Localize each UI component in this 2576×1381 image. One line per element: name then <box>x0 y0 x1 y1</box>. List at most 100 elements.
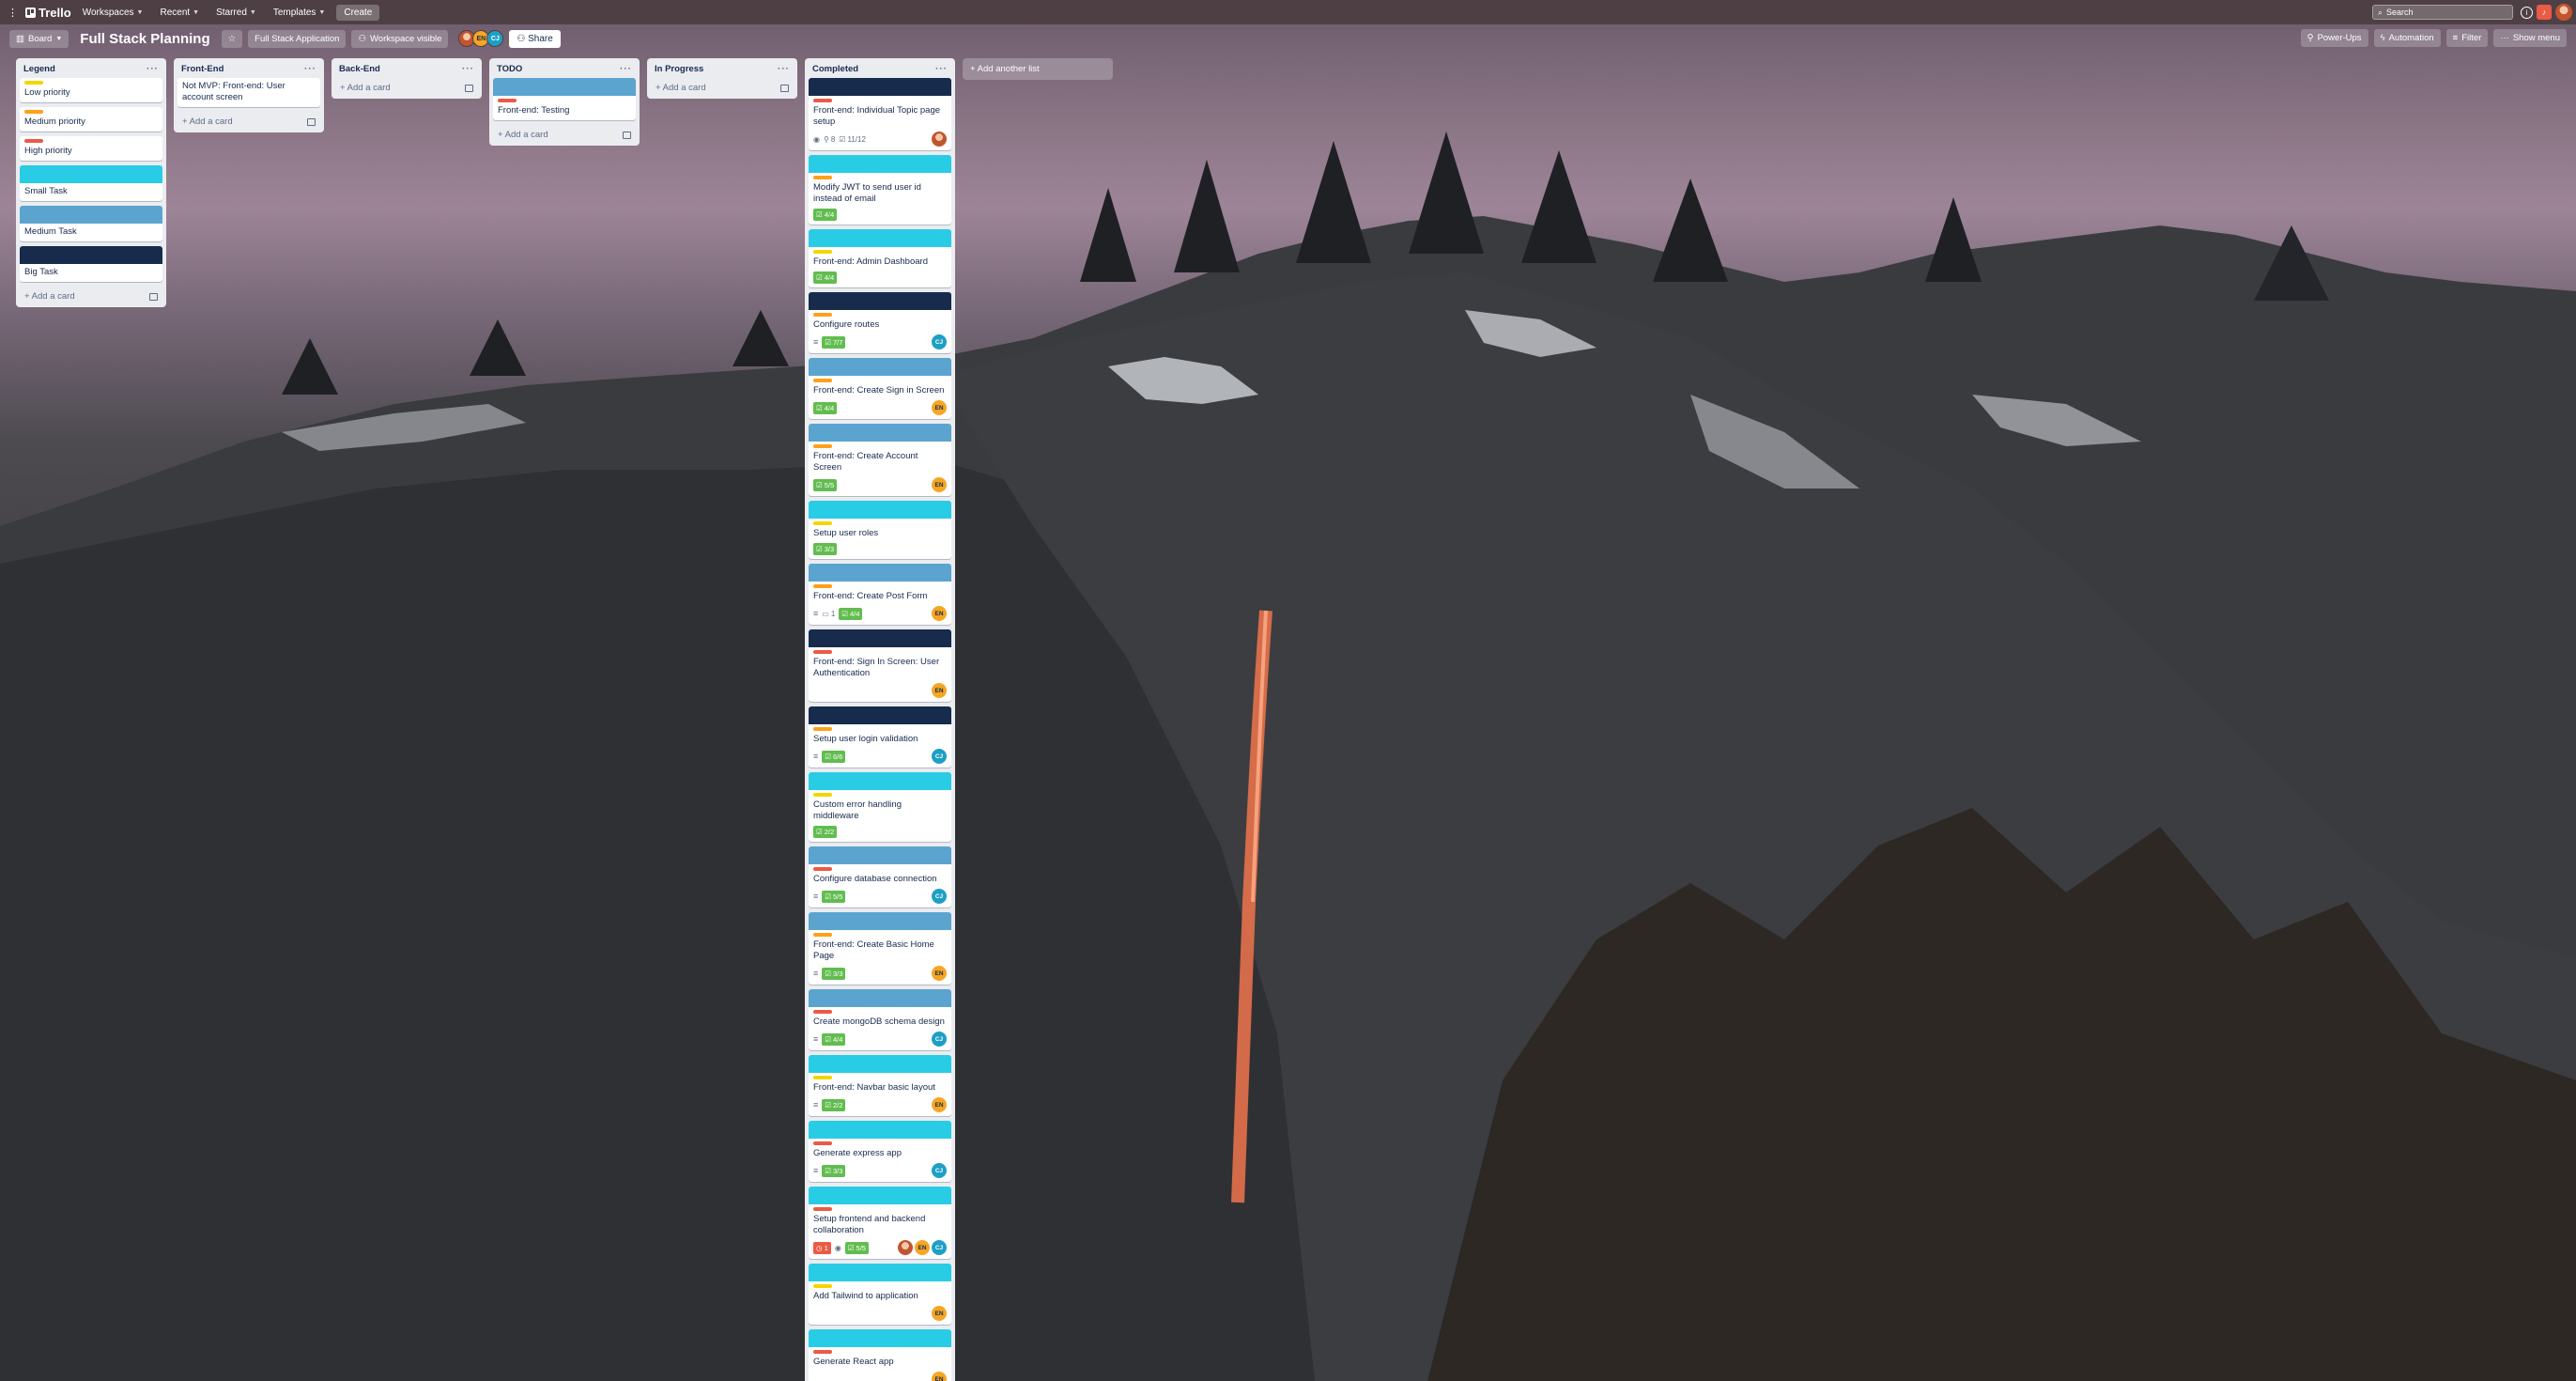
list-actions-icon[interactable]: ··· <box>147 64 159 74</box>
card-label[interactable] <box>813 379 832 382</box>
list-title[interactable]: Legend <box>23 64 55 74</box>
board-title[interactable]: Full Stack Planning <box>74 29 215 49</box>
card[interactable]: Front-end: Create Sign in Screen ☑ 4/4 EN <box>809 358 951 419</box>
board-view-switcher[interactable]: ▥ Board ▼ <box>9 29 69 48</box>
member-avatar[interactable]: EN <box>932 1097 947 1112</box>
card[interactable]: Front-end: Individual Topic page setup ◉ ⚲… <box>809 78 951 150</box>
create-button[interactable]: Create <box>336 4 380 21</box>
user-avatar[interactable] <box>2555 4 2572 21</box>
add-card-button[interactable]: + Add a card <box>177 112 320 129</box>
card[interactable]: Generate React app EN <box>809 1329 951 1381</box>
card-label[interactable] <box>813 176 832 179</box>
member-avatar[interactable]: EN <box>932 966 947 981</box>
card-label[interactable] <box>813 1141 832 1145</box>
card-label[interactable] <box>813 313 832 317</box>
card[interactable]: Front-end: Create Basic Home Page ≡ ☑ 3/3 EN <box>809 912 951 985</box>
list-actions-icon[interactable]: ··· <box>935 64 948 74</box>
add-card-button[interactable]: + Add a card <box>651 78 794 95</box>
card[interactable]: Medium Task <box>20 206 162 241</box>
member-avatar[interactable]: CJ <box>932 749 947 764</box>
card[interactable]: Setup user roles ☑ 3/3 <box>809 501 951 559</box>
member-avatar[interactable]: CJ <box>932 1163 947 1178</box>
card-label[interactable] <box>813 521 832 525</box>
visibility-button[interactable]: ⚇ Workspace visible <box>351 29 449 48</box>
card[interactable]: Add Tailwind to application EN <box>809 1264 951 1325</box>
member-avatar[interactable] <box>898 1240 913 1255</box>
search-input[interactable]: ⌕ Search <box>2372 5 2513 20</box>
card[interactable]: Setup user login validation ≡ ☑ 6/6 CJ <box>809 706 951 768</box>
card-label[interactable] <box>813 1284 832 1288</box>
list-title[interactable]: TODO <box>497 64 522 74</box>
share-button[interactable]: ⚇ Share <box>509 29 561 48</box>
card[interactable]: Front-end: Testing <box>493 78 636 120</box>
add-card-button[interactable]: + Add a card <box>20 287 162 303</box>
member-avatar[interactable]: CJ <box>932 889 947 904</box>
add-card-button[interactable]: + Add a card <box>493 125 636 142</box>
card-template-icon[interactable] <box>623 131 631 139</box>
workspace-button[interactable]: Full Stack Application <box>248 29 347 48</box>
member-avatar[interactable]: EN <box>932 1306 947 1321</box>
add-card-button[interactable]: + Add a card <box>335 78 478 95</box>
card-label[interactable] <box>813 867 832 871</box>
card-label[interactable] <box>813 444 832 448</box>
card[interactable]: Configure routes ≡ ☑ 7/7 CJ <box>809 292 951 353</box>
star-board-button[interactable]: ☆ <box>221 29 243 48</box>
list-title[interactable]: Front-End <box>181 64 224 74</box>
card[interactable]: Front-end: Sign In Screen: User Authenti… <box>809 629 951 702</box>
workspaces-menu[interactable]: Workspaces ▼ <box>77 5 149 21</box>
member-avatar[interactable]: EN <box>932 1372 947 1381</box>
list-title[interactable]: In Progress <box>655 64 703 74</box>
list-title[interactable]: Back-End <box>339 64 380 74</box>
card-label[interactable] <box>498 99 517 102</box>
notifications-bell-icon[interactable]: ♪ <box>2537 5 2552 20</box>
member-avatar-cj[interactable]: CJ <box>486 30 504 47</box>
add-list-button[interactable]: + Add another list <box>963 58 1113 80</box>
card-label[interactable] <box>813 793 832 797</box>
recent-menu[interactable]: Recent ▼ <box>154 5 205 21</box>
card[interactable]: Low priority <box>20 78 162 102</box>
card-label[interactable] <box>813 1350 832 1354</box>
member-avatar[interactable]: EN <box>932 606 947 621</box>
card[interactable]: Medium priority <box>20 107 162 132</box>
card[interactable]: Front-end: Create Account Screen ☑ 5/5 EN <box>809 424 951 496</box>
card[interactable]: Not MVP: Front-end: User account screen <box>177 78 320 107</box>
member-avatar[interactable] <box>932 132 947 147</box>
card[interactable]: Big Task <box>20 246 162 282</box>
card[interactable]: Generate express app ≡ ☑ 3/3 CJ <box>809 1121 951 1182</box>
member-avatar[interactable]: CJ <box>932 334 947 349</box>
member-avatar[interactable]: EN <box>915 1240 930 1255</box>
card[interactable]: Modify JWT to send user id instead of em… <box>809 155 951 225</box>
member-avatar[interactable]: EN <box>932 683 947 698</box>
card-label[interactable] <box>813 584 832 588</box>
member-avatar[interactable]: CJ <box>932 1032 947 1047</box>
trello-logo[interactable]: Trello <box>25 6 71 20</box>
card[interactable]: Create mongoDB schema design ≡ ☑ 4/4 CJ <box>809 989 951 1050</box>
list-title[interactable]: Completed <box>812 64 858 74</box>
member-avatar[interactable]: CJ <box>932 1240 947 1255</box>
card[interactable]: Custom error handling middleware ☑ 2/2 <box>809 772 951 842</box>
list-actions-icon[interactable]: ··· <box>778 64 790 74</box>
card-label[interactable] <box>813 933 832 937</box>
card[interactable]: High priority <box>20 136 162 161</box>
card[interactable]: Front-end: Create Post Form ≡ ▭ 1 ☑ 4/4 EN <box>809 564 951 625</box>
card-template-icon[interactable] <box>307 117 316 126</box>
card-label[interactable] <box>813 1010 832 1014</box>
card-label[interactable] <box>813 650 832 654</box>
card-label[interactable] <box>813 1207 832 1211</box>
card-label[interactable] <box>24 110 43 114</box>
card[interactable]: Small Task <box>20 165 162 201</box>
card[interactable]: Front-end: Navbar basic layout ≡ ☑ 2/2 EN <box>809 1055 951 1116</box>
card[interactable]: Front-end: Admin Dashboard ☑ 4/4 <box>809 229 951 287</box>
card-label[interactable] <box>813 1076 832 1079</box>
member-avatar[interactable]: EN <box>932 400 947 415</box>
card[interactable]: Setup frontend and backend collaboration… <box>809 1187 951 1259</box>
filter-button[interactable]: ≡ Filter <box>2445 29 2489 47</box>
card[interactable]: Configure database connection ≡ ☑ 5/5 CJ <box>809 846 951 908</box>
card-label[interactable] <box>24 81 43 85</box>
card-label[interactable] <box>813 250 832 254</box>
power-ups-button[interactable]: ⚲ Power-Ups <box>2300 29 2368 47</box>
card-label[interactable] <box>813 99 832 102</box>
card-label[interactable] <box>813 727 832 731</box>
member-avatar[interactable]: EN <box>932 477 947 492</box>
list-actions-icon[interactable]: ··· <box>462 64 474 74</box>
